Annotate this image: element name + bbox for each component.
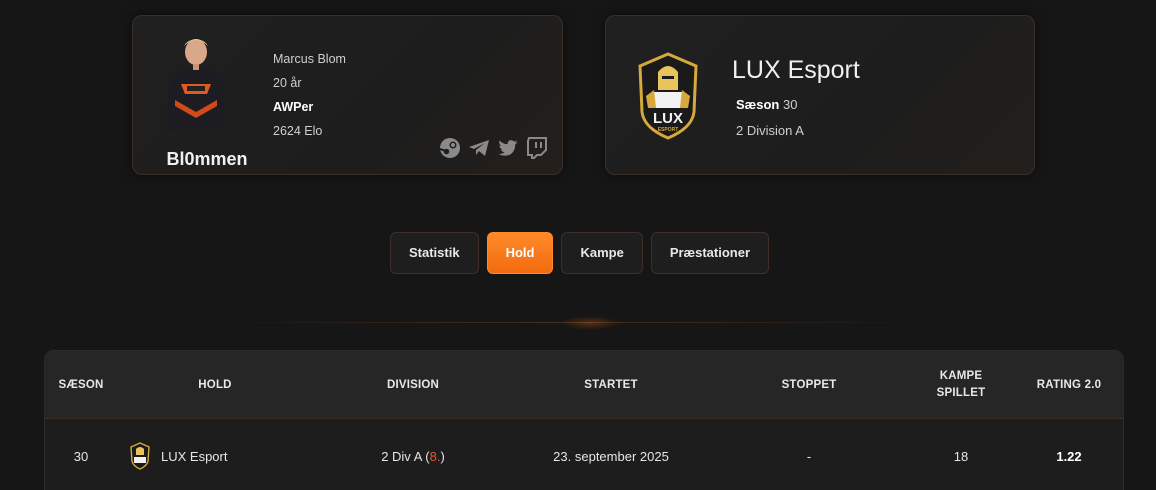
twitter-icon[interactable] [497,137,519,159]
player-elo: 2624 Elo [273,124,323,138]
team-season: Sæson 30 [736,96,804,122]
season-value: 30 [782,97,798,112]
team-logo[interactable]: LUX ESPORT [632,50,704,140]
telegram-icon[interactable] [468,137,490,159]
cell-team[interactable]: LUX Esport [129,420,329,490]
player-full-name: Marcus Blom [273,52,346,66]
player-nickname: Bl0mmen [166,149,248,169]
header-matches-line2: SPILLET [936,387,986,399]
header-division[interactable]: DIVISION [343,351,483,419]
tab-praestationer[interactable]: Præstationer [650,232,770,274]
header-stopped[interactable]: STOPPET [739,351,879,419]
header-matches-line1: KAMPE [939,370,983,382]
divider-glow [560,316,620,330]
player-info: Marcus Blom 20 år AWPer 2624 Elo [273,51,346,147]
header-matches[interactable]: KAMPE SPILLET [911,351,1011,419]
tab-statistik[interactable]: Statistik [390,232,479,274]
header-season[interactable]: SÆSON [45,351,117,419]
team-division: 2 Division A [736,123,804,138]
division-position: 8. [429,448,441,464]
cell-team-name: LUX Esport [161,448,228,464]
cell-season: 30 [73,448,89,464]
player-page: Bl0mmen Marcus Blom 20 år AWPer 2624 Elo [0,0,1156,490]
player-card: Bl0mmen Marcus Blom 20 år AWPer 2624 Elo [132,15,563,175]
twitch-icon[interactable] [526,137,548,159]
cell-matches: 18 [953,448,969,464]
team-name[interactable]: LUX Esport [732,56,860,85]
tab-hold[interactable]: Hold [486,232,554,274]
player-age: 20 år [273,76,302,90]
steam-icon[interactable] [439,137,461,159]
svg-text:LUX: LUX [653,110,683,127]
svg-text:ESPORT: ESPORT [658,127,679,133]
header-started[interactable]: STARTET [541,351,681,419]
table-row[interactable]: 30 LUX Esport 2 Div A (8.) 23. september… [45,420,1123,490]
division-close: ) [440,448,445,464]
cell-division: 2 Div A (8.) [343,420,483,490]
table-header: SÆSON HOLD DIVISION STARTET STOPPET KAMP… [45,351,1123,419]
team-history-table: SÆSON HOLD DIVISION STARTET STOPPET KAMP… [44,350,1124,490]
team-card: LUX ESPORT LUX Esport Sæson 30 2 Divisio… [605,15,1035,175]
player-avatar [167,39,225,130]
player-role: AWPer [273,100,314,114]
cell-rating: 1.22 [1056,448,1082,464]
social-links [439,137,548,159]
header-team[interactable]: HOLD [145,351,285,419]
division-text: 2 Div A ( [381,448,430,464]
header-rating[interactable]: RATING 2.0 [1023,351,1115,419]
team-meta: Sæson 30 2 Division A [736,96,804,148]
cell-stopped: - [806,448,812,464]
cell-started: 23. september 2025 [553,448,669,464]
profile-tabs: Statistik Hold Kampe Præstationer [390,232,770,274]
season-label: Sæson [736,97,780,112]
tab-kampe[interactable]: Kampe [561,232,643,274]
team-mini-logo [130,442,150,470]
